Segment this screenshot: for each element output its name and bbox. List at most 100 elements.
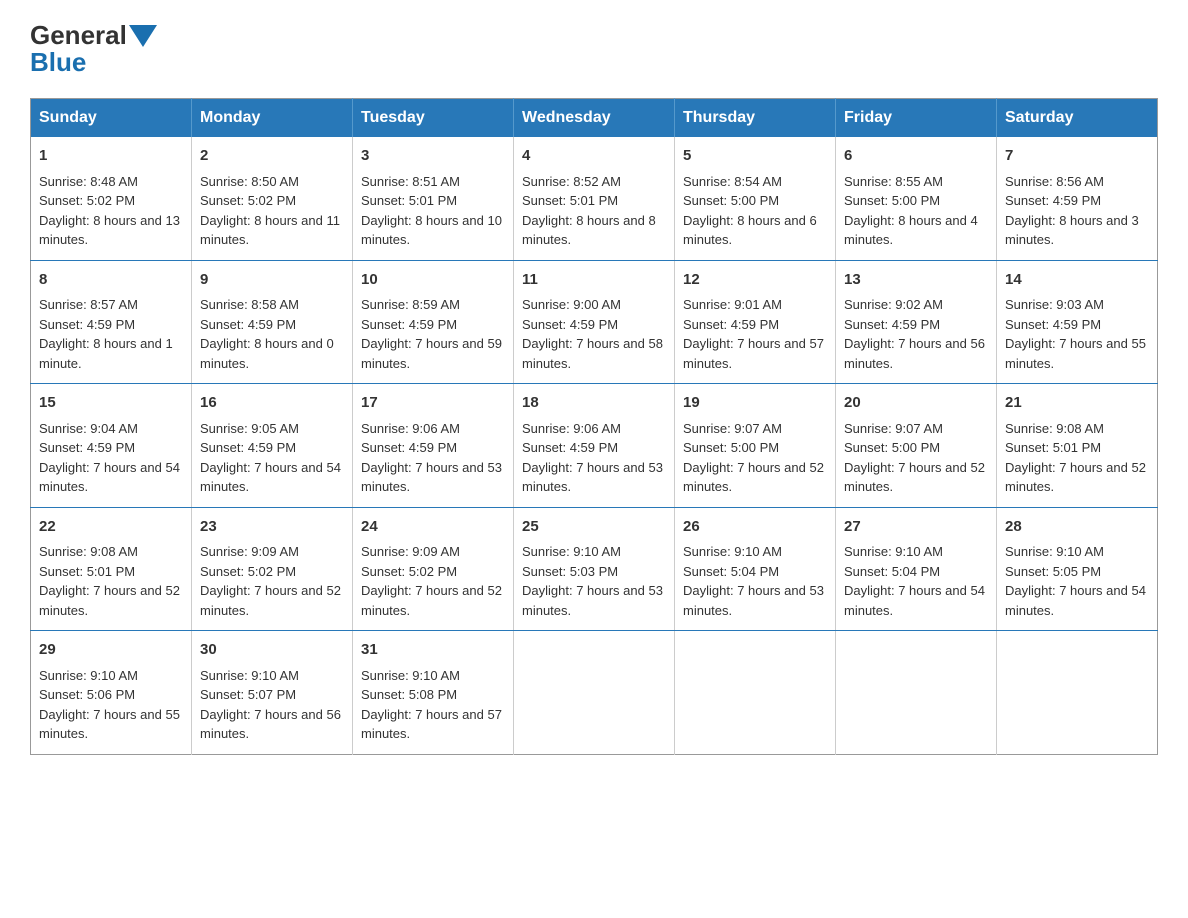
- day-info: Sunrise: 8:57 AMSunset: 4:59 PMDaylight:…: [39, 297, 173, 371]
- week-row-3: 15 Sunrise: 9:04 AMSunset: 4:59 PMDaylig…: [31, 384, 1158, 508]
- day-info: Sunrise: 9:02 AMSunset: 4:59 PMDaylight:…: [844, 297, 985, 371]
- day-info: Sunrise: 8:48 AMSunset: 5:02 PMDaylight:…: [39, 174, 180, 248]
- day-number: 6: [844, 145, 988, 168]
- day-cell: 29 Sunrise: 9:10 AMSunset: 5:06 PMDaylig…: [31, 631, 192, 755]
- day-number: 31: [361, 639, 505, 662]
- day-cell: 27 Sunrise: 9:10 AMSunset: 5:04 PMDaylig…: [836, 507, 997, 631]
- day-info: Sunrise: 9:07 AMSunset: 5:00 PMDaylight:…: [683, 421, 824, 495]
- day-cell: 16 Sunrise: 9:05 AMSunset: 4:59 PMDaylig…: [192, 384, 353, 508]
- day-info: Sunrise: 8:51 AMSunset: 5:01 PMDaylight:…: [361, 174, 502, 248]
- day-cell: [514, 631, 675, 755]
- day-number: 16: [200, 392, 344, 415]
- day-info: Sunrise: 9:10 AMSunset: 5:06 PMDaylight:…: [39, 668, 180, 742]
- day-cell: 24 Sunrise: 9:09 AMSunset: 5:02 PMDaylig…: [353, 507, 514, 631]
- weekday-header-tuesday: Tuesday: [353, 99, 514, 138]
- day-info: Sunrise: 8:58 AMSunset: 4:59 PMDaylight:…: [200, 297, 334, 371]
- weekday-header-thursday: Thursday: [675, 99, 836, 138]
- day-info: Sunrise: 9:06 AMSunset: 4:59 PMDaylight:…: [361, 421, 502, 495]
- day-cell: 26 Sunrise: 9:10 AMSunset: 5:04 PMDaylig…: [675, 507, 836, 631]
- logo: General Blue: [30, 20, 157, 78]
- week-row-4: 22 Sunrise: 9:08 AMSunset: 5:01 PMDaylig…: [31, 507, 1158, 631]
- day-info: Sunrise: 9:01 AMSunset: 4:59 PMDaylight:…: [683, 297, 824, 371]
- day-cell: 13 Sunrise: 9:02 AMSunset: 4:59 PMDaylig…: [836, 260, 997, 384]
- day-number: 7: [1005, 145, 1149, 168]
- day-cell: 23 Sunrise: 9:09 AMSunset: 5:02 PMDaylig…: [192, 507, 353, 631]
- day-number: 1: [39, 145, 183, 168]
- day-info: Sunrise: 8:54 AMSunset: 5:00 PMDaylight:…: [683, 174, 817, 248]
- day-cell: 19 Sunrise: 9:07 AMSunset: 5:00 PMDaylig…: [675, 384, 836, 508]
- day-cell: 4 Sunrise: 8:52 AMSunset: 5:01 PMDayligh…: [514, 137, 675, 260]
- day-number: 3: [361, 145, 505, 168]
- calendar-table: SundayMondayTuesdayWednesdayThursdayFrid…: [30, 98, 1158, 755]
- day-number: 24: [361, 516, 505, 539]
- logo-blue-text: Blue: [30, 47, 86, 78]
- day-number: 2: [200, 145, 344, 168]
- day-number: 26: [683, 516, 827, 539]
- day-info: Sunrise: 9:03 AMSunset: 4:59 PMDaylight:…: [1005, 297, 1146, 371]
- day-number: 14: [1005, 269, 1149, 292]
- day-cell: 21 Sunrise: 9:08 AMSunset: 5:01 PMDaylig…: [997, 384, 1158, 508]
- day-info: Sunrise: 9:07 AMSunset: 5:00 PMDaylight:…: [844, 421, 985, 495]
- day-cell: 22 Sunrise: 9:08 AMSunset: 5:01 PMDaylig…: [31, 507, 192, 631]
- day-cell: 14 Sunrise: 9:03 AMSunset: 4:59 PMDaylig…: [997, 260, 1158, 384]
- day-number: 12: [683, 269, 827, 292]
- day-info: Sunrise: 9:10 AMSunset: 5:07 PMDaylight:…: [200, 668, 341, 742]
- weekday-header-row: SundayMondayTuesdayWednesdayThursdayFrid…: [31, 99, 1158, 138]
- day-info: Sunrise: 8:56 AMSunset: 4:59 PMDaylight:…: [1005, 174, 1139, 248]
- day-info: Sunrise: 9:05 AMSunset: 4:59 PMDaylight:…: [200, 421, 341, 495]
- week-row-2: 8 Sunrise: 8:57 AMSunset: 4:59 PMDayligh…: [31, 260, 1158, 384]
- day-info: Sunrise: 9:10 AMSunset: 5:05 PMDaylight:…: [1005, 544, 1146, 618]
- weekday-header-saturday: Saturday: [997, 99, 1158, 138]
- day-cell: 2 Sunrise: 8:50 AMSunset: 5:02 PMDayligh…: [192, 137, 353, 260]
- day-info: Sunrise: 9:06 AMSunset: 4:59 PMDaylight:…: [522, 421, 663, 495]
- day-cell: [675, 631, 836, 755]
- day-info: Sunrise: 9:10 AMSunset: 5:03 PMDaylight:…: [522, 544, 663, 618]
- day-cell: [836, 631, 997, 755]
- day-number: 4: [522, 145, 666, 168]
- day-cell: 18 Sunrise: 9:06 AMSunset: 4:59 PMDaylig…: [514, 384, 675, 508]
- day-cell: 6 Sunrise: 8:55 AMSunset: 5:00 PMDayligh…: [836, 137, 997, 260]
- day-cell: 1 Sunrise: 8:48 AMSunset: 5:02 PMDayligh…: [31, 137, 192, 260]
- weekday-header-sunday: Sunday: [31, 99, 192, 138]
- day-info: Sunrise: 8:52 AMSunset: 5:01 PMDaylight:…: [522, 174, 656, 248]
- day-number: 29: [39, 639, 183, 662]
- week-row-1: 1 Sunrise: 8:48 AMSunset: 5:02 PMDayligh…: [31, 137, 1158, 260]
- day-number: 27: [844, 516, 988, 539]
- day-cell: 5 Sunrise: 8:54 AMSunset: 5:00 PMDayligh…: [675, 137, 836, 260]
- page-header: General Blue: [30, 20, 1158, 78]
- day-info: Sunrise: 9:04 AMSunset: 4:59 PMDaylight:…: [39, 421, 180, 495]
- logo-arrow-icon: [129, 25, 157, 47]
- day-cell: 28 Sunrise: 9:10 AMSunset: 5:05 PMDaylig…: [997, 507, 1158, 631]
- weekday-header-friday: Friday: [836, 99, 997, 138]
- day-info: Sunrise: 9:00 AMSunset: 4:59 PMDaylight:…: [522, 297, 663, 371]
- day-info: Sunrise: 9:08 AMSunset: 5:01 PMDaylight:…: [1005, 421, 1146, 495]
- day-cell: 12 Sunrise: 9:01 AMSunset: 4:59 PMDaylig…: [675, 260, 836, 384]
- day-cell: 10 Sunrise: 8:59 AMSunset: 4:59 PMDaylig…: [353, 260, 514, 384]
- day-cell: 25 Sunrise: 9:10 AMSunset: 5:03 PMDaylig…: [514, 507, 675, 631]
- day-number: 25: [522, 516, 666, 539]
- day-cell: 17 Sunrise: 9:06 AMSunset: 4:59 PMDaylig…: [353, 384, 514, 508]
- day-cell: 9 Sunrise: 8:58 AMSunset: 4:59 PMDayligh…: [192, 260, 353, 384]
- day-cell: 30 Sunrise: 9:10 AMSunset: 5:07 PMDaylig…: [192, 631, 353, 755]
- day-number: 15: [39, 392, 183, 415]
- day-info: Sunrise: 9:10 AMSunset: 5:04 PMDaylight:…: [683, 544, 824, 618]
- day-info: Sunrise: 9:08 AMSunset: 5:01 PMDaylight:…: [39, 544, 180, 618]
- day-cell: 31 Sunrise: 9:10 AMSunset: 5:08 PMDaylig…: [353, 631, 514, 755]
- day-number: 10: [361, 269, 505, 292]
- day-info: Sunrise: 9:09 AMSunset: 5:02 PMDaylight:…: [200, 544, 341, 618]
- day-number: 21: [1005, 392, 1149, 415]
- day-info: Sunrise: 8:50 AMSunset: 5:02 PMDaylight:…: [200, 174, 340, 248]
- day-cell: 3 Sunrise: 8:51 AMSunset: 5:01 PMDayligh…: [353, 137, 514, 260]
- day-number: 17: [361, 392, 505, 415]
- day-info: Sunrise: 9:09 AMSunset: 5:02 PMDaylight:…: [361, 544, 502, 618]
- weekday-header-monday: Monday: [192, 99, 353, 138]
- day-cell: [997, 631, 1158, 755]
- day-number: 11: [522, 269, 666, 292]
- day-number: 18: [522, 392, 666, 415]
- day-number: 28: [1005, 516, 1149, 539]
- day-number: 8: [39, 269, 183, 292]
- day-cell: 20 Sunrise: 9:07 AMSunset: 5:00 PMDaylig…: [836, 384, 997, 508]
- day-number: 5: [683, 145, 827, 168]
- day-number: 23: [200, 516, 344, 539]
- day-number: 13: [844, 269, 988, 292]
